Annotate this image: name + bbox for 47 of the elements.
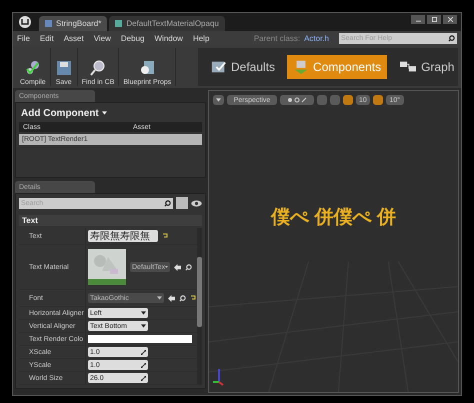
menu-item[interactable]: Asset	[64, 34, 84, 43]
caret-icon	[216, 98, 221, 102]
transform-tools-button[interactable]	[280, 95, 314, 105]
gears-check-icon	[24, 59, 42, 77]
color-swatch[interactable]	[88, 335, 192, 343]
menu-item[interactable]: Edit	[40, 34, 54, 43]
menu-item[interactable]: Debug	[120, 34, 144, 43]
use-selected-arrow-icon[interactable]	[174, 264, 181, 270]
drag-arrows-icon[interactable]	[141, 350, 146, 354]
rotation-snap-button[interactable]	[372, 95, 383, 105]
close-icon	[448, 17, 452, 22]
caret-icon	[141, 324, 146, 328]
grid-snap-toggle[interactable]	[330, 95, 340, 105]
document-tab[interactable]: StringBoard*	[39, 16, 108, 31]
add-component-button[interactable]: Add Component	[19, 106, 202, 120]
menu-item[interactable]: Help	[192, 34, 210, 43]
viewport-menu-button[interactable]	[213, 95, 224, 105]
minimize-button[interactable]	[411, 15, 425, 24]
components-icon	[293, 59, 310, 75]
mode-tab[interactable]: Defaults	[205, 55, 282, 79]
mode-tab[interactable]: Graph	[393, 55, 460, 79]
maximize-button[interactable]	[427, 15, 441, 24]
parent-class-link[interactable]: Actor.h	[304, 34, 329, 43]
section-header[interactable]: Text	[19, 215, 202, 226]
drag-arrows-icon[interactable]	[141, 362, 146, 368]
engine-logo-icon	[19, 16, 31, 28]
grid-snap-button[interactable]	[343, 95, 353, 105]
caret-icon	[141, 311, 146, 315]
use-selected-arrow-icon[interactable]	[168, 294, 175, 302]
menu-item[interactable]: File	[17, 34, 30, 43]
scrollbar-thumb[interactable]	[197, 256, 202, 326]
maximize-icon	[432, 17, 436, 22]
rendered-text: 僕ぺ 併僕ぺ 併	[271, 206, 396, 230]
caret-icon	[157, 296, 162, 300]
close-button[interactable]	[443, 15, 457, 24]
caret-icon	[102, 111, 107, 115]
search-icon	[89, 59, 108, 77]
parent-class-label: Parent class:	[254, 34, 300, 43]
document-tab[interactable]: DefaultTextMaterialOpaqu	[109, 16, 225, 31]
eye-icon[interactable]	[191, 200, 202, 206]
transform-icon	[287, 97, 307, 103]
menu-item[interactable]: Window	[154, 34, 183, 43]
checklist-icon	[211, 59, 227, 75]
text-field[interactable]: 寿限無寿限無	[88, 230, 158, 242]
menu-item[interactable]: View	[94, 34, 111, 43]
caret-icon	[165, 265, 168, 269]
drag-arrows-icon[interactable]	[141, 376, 146, 380]
